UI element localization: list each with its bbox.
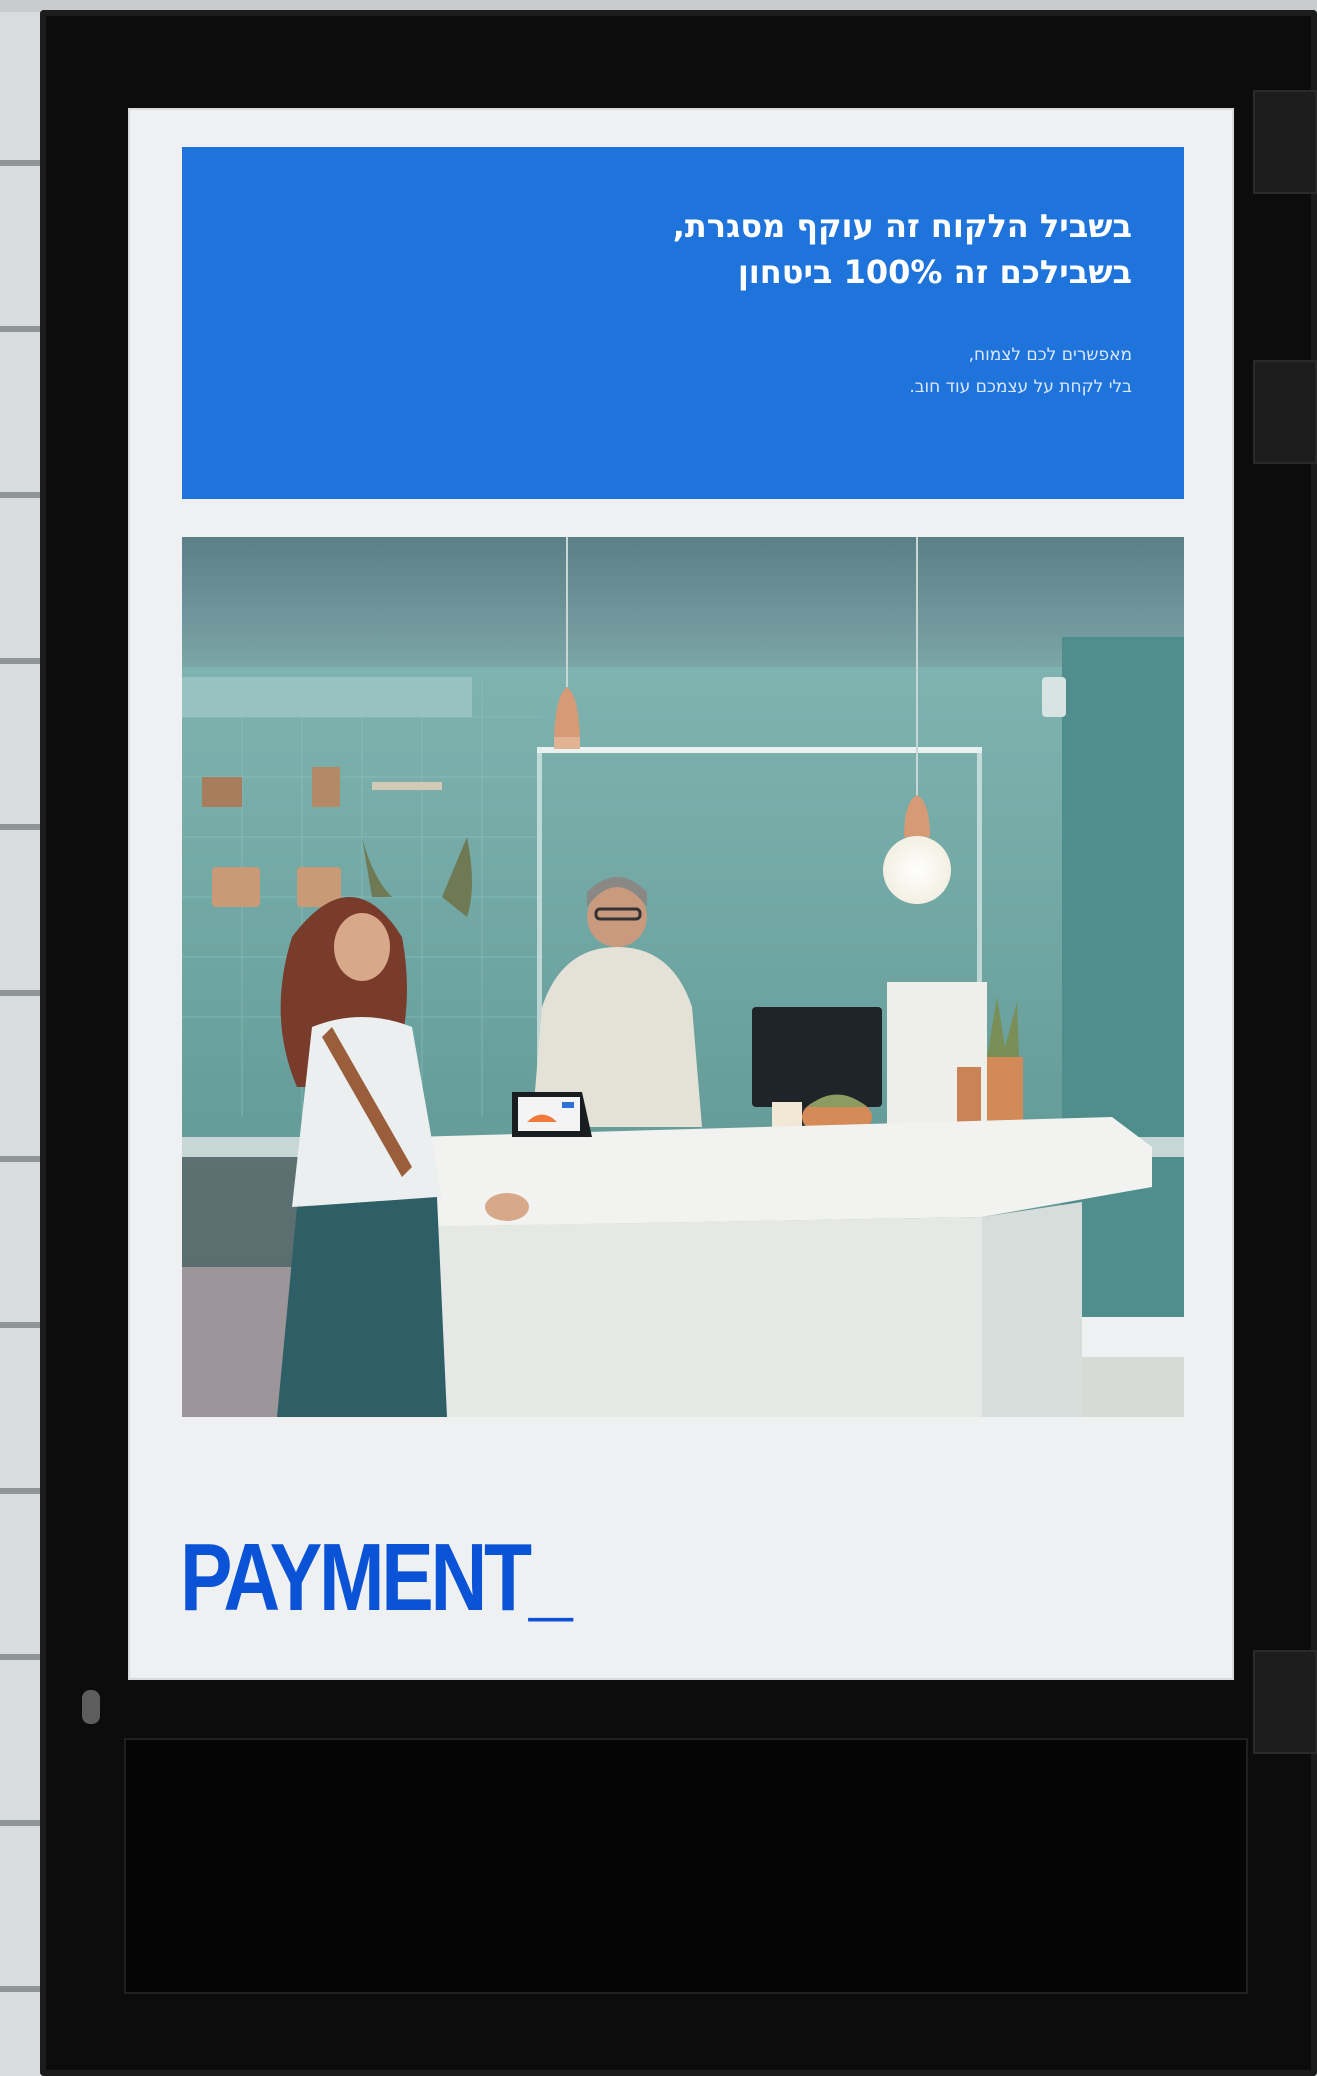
- lock-icon: [82, 1690, 100, 1724]
- payment-logo: PAYMENT_: [180, 1524, 573, 1631]
- shop-counter-photo: [182, 537, 1184, 1417]
- subheadline-line-2: בלי לקחת על עצמכם עוד חוב.: [909, 377, 1132, 397]
- headline-banner: בשביל הלקוח זה עוקף מסגרת, בשבילכם זה 10…: [182, 147, 1184, 499]
- hinge-middle: [1253, 360, 1317, 464]
- headline-line-2: בשבילכם זה 100% ביטחון: [737, 253, 1132, 291]
- hinge-top: [1253, 90, 1317, 194]
- headline-line-1: בשביל הלקוח זה עוקף מסגרת,: [672, 207, 1132, 245]
- headline: בשביל הלקוח זה עוקף מסגרת, בשבילכם זה 10…: [372, 203, 1132, 295]
- subheadline: מאפשרים לכם לצמוח, בלי לקחת על עצמכם עוד…: [532, 339, 1132, 403]
- hinge-bottom: [1253, 1650, 1317, 1754]
- poster: בשביל הלקוח זה עוקף מסגרת, בשבילכם זה 10…: [130, 110, 1232, 1678]
- lower-dark-panel: [124, 1738, 1248, 1994]
- subheadline-line-1: מאפשרים לכם לצמוח,: [968, 345, 1132, 365]
